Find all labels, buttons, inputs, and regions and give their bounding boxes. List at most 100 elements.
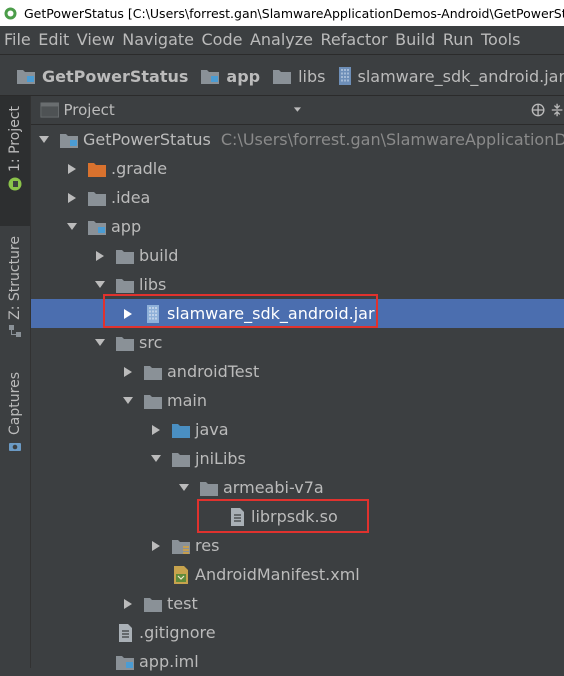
menu-navigate[interactable]: Navigate [118,30,197,49]
breadcrumb-project[interactable]: GetPowerStatus [16,67,192,86]
expand-arrow-icon[interactable] [35,131,53,149]
breadcrumb-jar[interactable]: slamware_sdk_android.jar [338,66,564,86]
menu-tools[interactable]: Tools [477,30,524,49]
tree-row-manifest[interactable]: AndroidManifest.xml [31,560,564,589]
tree-item-label: jniLibs [195,449,246,468]
tree-row-app-iml[interactable]: app.iml [31,647,564,676]
res-folder-icon [171,537,191,555]
tab-captures-label: Captures [7,372,23,435]
collapsed-arrow-icon[interactable] [119,363,137,381]
menu-analyze[interactable]: Analyze [246,30,317,49]
menu-run[interactable]: Run [439,30,477,49]
tree-row-src[interactable]: src [31,328,564,357]
expand-arrow-icon[interactable] [91,276,109,294]
structure-icon [8,324,22,338]
menu-refactor[interactable]: Refactor [317,30,392,49]
breadcrumb-libs[interactable]: libs [272,67,329,86]
tree-item-label: GetPowerStatus [83,130,211,149]
highlight-box-jar [103,294,378,328]
project-path: C:\Users\forrest.gan\SlamwareApplication… [221,130,564,149]
module-folder-icon [59,131,79,149]
collapsed-arrow-icon[interactable] [147,537,165,555]
tree-item-label: build [139,246,178,265]
folder-icon [115,276,135,294]
android-studio-logo-icon [4,7,17,20]
menu-view[interactable]: View [73,30,118,49]
tree-item-label: .gitignore [139,623,216,642]
tree-row-main[interactable]: main [31,386,564,415]
tree-row-build[interactable]: build [31,241,564,270]
folder-icon [87,189,107,207]
tree-item-label: AndroidManifest.xml [195,565,360,584]
tab-captures[interactable]: Captures [0,368,30,464]
folder-icon [171,450,191,468]
tree-row-gradle[interactable]: .gradle [31,154,564,183]
tool-window-strip: 1: Project Z: Structure Captures [0,96,31,668]
scroll-from-source-icon[interactable] [531,102,545,118]
tree-row-getpowerstatus[interactable]: GetPowerStatus C:\Users\forrest.gan\Slam… [31,125,564,154]
collapsed-arrow-icon[interactable] [63,160,81,178]
tree-row-test[interactable]: test [31,589,564,618]
menu-divider [0,54,564,55]
window-title: GetPowerStatus [C:\Users\forrest.gan\Sla… [24,6,564,21]
orange-folder-icon [87,160,107,178]
tree-row-androidtest[interactable]: androidTest [31,357,564,386]
tree-row-gitignore[interactable]: .gitignore [31,618,564,647]
expand-arrow-icon[interactable] [147,450,165,468]
folder-icon [115,334,135,352]
tree-item-label: java [195,420,229,439]
tree-item-label: androidTest [167,362,259,381]
folder-icon [199,479,219,497]
tree-item-label: test [167,594,198,613]
module-folder-icon [87,218,107,236]
tree-item-label: res [195,536,219,555]
collapsed-arrow-icon[interactable] [63,189,81,207]
collapse-all-icon[interactable] [550,102,564,118]
project-panel-header: Project [31,96,564,125]
collapsed-arrow-icon[interactable] [91,247,109,265]
tree-row-armeabi[interactable]: armeabi-v7a [31,473,564,502]
breadcrumb-label: libs [298,67,325,86]
folder-icon [143,595,163,613]
camera-icon [8,439,22,453]
menu-build[interactable]: Build [391,30,439,49]
tree-row-jnilibs[interactable]: jniLibs [31,444,564,473]
folder-icon [143,363,163,381]
file-icon [115,624,135,642]
folder-icon [115,247,135,265]
project-view-selector[interactable]: Project [63,101,114,119]
breadcrumb-app[interactable]: app [200,67,264,86]
manifest-icon [171,566,191,584]
menu-edit[interactable]: Edit [34,30,72,49]
project-panel: Project GetPowerStatus C:\Users\forrest.… [31,96,564,668]
menu-file[interactable]: File [0,30,34,49]
tree-row-app[interactable]: app [31,212,564,241]
expand-arrow-icon[interactable] [119,392,137,410]
chevron-down-icon[interactable] [293,106,302,114]
tree-item-label: armeabi-v7a [223,478,324,497]
tab-project-label: 1: Project [7,106,23,172]
tree-row-res[interactable]: res [31,531,564,560]
tree-item-label: .gradle [111,159,167,178]
tree-item-label: app.iml [139,652,199,671]
breadcrumb-label: slamware_sdk_android.jar [358,67,564,86]
collapsed-arrow-icon[interactable] [147,421,165,439]
tree-item-label: libs [139,275,166,294]
tree-row-java[interactable]: java [31,415,564,444]
folder-icon [143,392,163,410]
tree-item-label: main [167,391,207,410]
breadcrumb: GetPowerStatus app libs slamware_sdk_and… [0,58,564,94]
tab-structure[interactable]: Z: Structure [0,230,30,340]
project-view-icon [40,101,59,119]
expand-arrow-icon[interactable] [91,334,109,352]
menu-code[interactable]: Code [198,30,246,49]
window-title-bar: GetPowerStatus [C:\Users\forrest.gan\Sla… [0,0,564,26]
expand-arrow-icon[interactable] [63,218,81,236]
tree-row-idea[interactable]: .idea [31,183,564,212]
breadcrumb-label: app [226,67,260,86]
collapsed-arrow-icon[interactable] [119,595,137,613]
tree-item-label: src [139,333,162,352]
tab-structure-label: Z: Structure [7,236,23,320]
expand-arrow-icon[interactable] [175,479,193,497]
tab-project[interactable]: 1: Project [0,96,30,226]
